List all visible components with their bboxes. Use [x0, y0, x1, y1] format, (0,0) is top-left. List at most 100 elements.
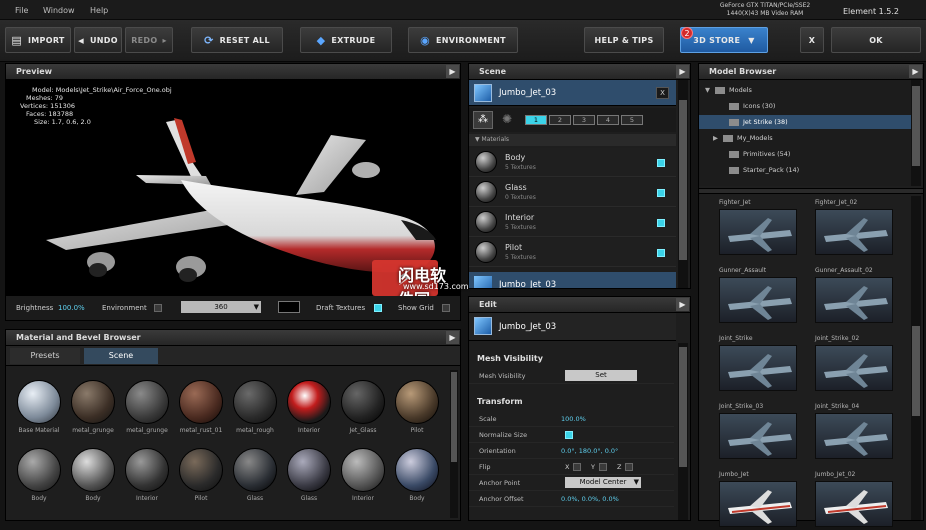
panel-arrow-icon[interactable]: ▶	[909, 65, 922, 78]
material-visible-checkbox[interactable]	[657, 189, 665, 197]
model-thumbnail[interactable]	[815, 413, 893, 459]
panel-arrow-icon[interactable]: ▶	[676, 65, 689, 78]
group-tab-3[interactable]: 3	[573, 115, 595, 125]
tree-expand-icon[interactable]: ▶	[713, 134, 723, 142]
undo-button[interactable]: ◂ UNDO	[74, 27, 122, 53]
model-thumbnail[interactable]	[815, 277, 893, 323]
reset-all-button[interactable]: ⟳ RESET ALL	[191, 27, 283, 53]
scale-value[interactable]: 100.0%	[561, 415, 586, 423]
tab-scene[interactable]: Scene	[84, 348, 158, 364]
orientation-value[interactable]: 0.0°, 180.0°, 0.0°	[561, 447, 618, 455]
tree-item[interactable]: Jet Strike (38)	[699, 115, 911, 129]
tree-expand-icon[interactable]: ▼	[705, 86, 715, 94]
environment-select[interactable]: 360 ▼	[181, 301, 261, 313]
anchor-offset-value[interactable]: 0.0%, 0.0%, 0.0%	[561, 495, 619, 503]
scene-object-row-2[interactable]: Jumbo_Jet_03	[469, 272, 676, 288]
import-button[interactable]: ▤ IMPORT	[5, 27, 71, 53]
scene-material-row[interactable]: Interior 5 Textures	[469, 208, 676, 237]
flip-y-checkbox[interactable]	[599, 463, 607, 471]
material-item[interactable]: Body	[68, 448, 118, 502]
menu-help[interactable]: Help	[90, 6, 108, 15]
material-item[interactable]: metal_grunge	[122, 380, 172, 434]
redo-button[interactable]: REDO ▸	[125, 27, 173, 53]
materials-header: ▼ Materials	[469, 134, 676, 146]
scene-scrollbar[interactable]	[678, 80, 688, 288]
material-item[interactable]: Interior	[122, 448, 172, 502]
set-button[interactable]: Set	[565, 370, 637, 381]
panel-arrow-icon[interactable]: ▶	[446, 331, 459, 344]
group-tab-4[interactable]: 4	[597, 115, 619, 125]
group-tab-2[interactable]: 2	[549, 115, 571, 125]
material-item[interactable]: Interior	[338, 448, 388, 502]
flip-z-checkbox[interactable]	[625, 463, 633, 471]
hierarchy-icon[interactable]: ⁂	[473, 111, 493, 129]
show-grid-checkbox[interactable]	[442, 304, 450, 312]
tree-item[interactable]: Starter_Pack (14)	[699, 163, 911, 177]
panel-arrow-icon[interactable]: ▶	[446, 65, 459, 78]
model-thumbnail[interactable]	[719, 413, 797, 459]
material-item[interactable]: metal_rust_01	[176, 380, 226, 434]
panel-arrow-icon[interactable]: ▶	[676, 298, 689, 311]
material-item[interactable]: Body	[14, 448, 64, 502]
normalize-row: Normalize Size	[469, 427, 674, 443]
ok-button[interactable]: OK	[831, 27, 921, 53]
menu-file[interactable]: File	[15, 6, 28, 15]
environment-button[interactable]: ◉ ENVIRONMENT	[408, 27, 518, 53]
normalize-checkbox[interactable]	[565, 431, 573, 439]
background-color-swatch[interactable]	[278, 301, 300, 313]
material-visible-checkbox[interactable]	[657, 249, 665, 257]
model-thumbnail[interactable]	[719, 481, 797, 527]
tab-presets[interactable]: Presets	[10, 348, 80, 364]
tree-item[interactable]: Primitives (54)	[699, 147, 911, 161]
close-button[interactable]: X	[800, 27, 824, 53]
model-thumbnail[interactable]	[719, 209, 797, 255]
flip-y-label: Y	[591, 463, 595, 471]
scene-material-row[interactable]: Glass 0 Textures	[469, 178, 676, 207]
material-visible-checkbox[interactable]	[657, 159, 665, 167]
thumbs-scrollbar[interactable]	[911, 196, 921, 520]
material-scrollbar[interactable]	[450, 370, 458, 518]
material-item[interactable]: Glass	[284, 448, 334, 502]
gear-icon[interactable]: ✺	[497, 111, 517, 129]
material-item[interactable]: metal_grunge	[68, 380, 118, 434]
material-item[interactable]: Pilot	[392, 380, 442, 434]
remove-object-label: X	[660, 89, 665, 97]
model-thumbnail[interactable]	[815, 481, 893, 527]
edit-scrollbar[interactable]	[678, 343, 688, 520]
material-visible-checkbox[interactable]	[657, 219, 665, 227]
scene-material-row[interactable]: Pilot 5 Textures	[469, 238, 676, 267]
tree-item[interactable]: ▶ My_Models	[699, 131, 911, 145]
plane-icon	[824, 218, 888, 252]
flip-x-checkbox[interactable]	[573, 463, 581, 471]
material-item[interactable]: Body	[392, 448, 442, 502]
scene-object-row[interactable]: Jumbo_Jet_03 X	[469, 80, 676, 106]
model-thumbnail[interactable]	[815, 209, 893, 255]
material-item[interactable]: metal_rough	[230, 380, 280, 434]
anchor-select[interactable]: Model Center ▼	[565, 477, 641, 488]
model-thumbnail[interactable]	[815, 345, 893, 391]
help-tips-button[interactable]: HELP & TIPS	[584, 27, 664, 53]
splitter[interactable]	[699, 188, 923, 194]
store-button[interactable]: 3D STORE ▼	[680, 27, 768, 53]
material-sphere	[125, 448, 169, 492]
viewport[interactable]: Model: Models\Jet_Strike\Air_Force_One.o…	[6, 80, 469, 309]
tree-scrollbar[interactable]	[911, 80, 921, 186]
draft-textures-checkbox[interactable]	[374, 304, 382, 312]
tree-item[interactable]: ▼ Models	[699, 83, 911, 97]
remove-object-button[interactable]: X	[656, 87, 669, 99]
menu-window[interactable]: Window	[43, 6, 75, 15]
material-item[interactable]: Jet_Glass	[338, 380, 388, 434]
material-item[interactable]: Interior	[284, 380, 334, 434]
environment-checkbox[interactable]	[154, 304, 162, 312]
material-item[interactable]: Pilot	[176, 448, 226, 502]
tree-item[interactable]: Icons (30)	[699, 99, 911, 113]
scene-material-row[interactable]: Body 5 Textures	[469, 148, 676, 177]
model-thumbnail[interactable]	[719, 345, 797, 391]
group-tab-5[interactable]: 5	[621, 115, 643, 125]
brightness-value[interactable]: 100.0%	[58, 304, 85, 312]
material-item[interactable]: Glass	[230, 448, 280, 502]
group-tab-1[interactable]: 1	[525, 115, 547, 125]
model-thumbnail[interactable]	[719, 277, 797, 323]
material-item[interactable]: Base Material	[14, 380, 64, 434]
extrude-button[interactable]: ◆ EXTRUDE	[300, 27, 392, 53]
